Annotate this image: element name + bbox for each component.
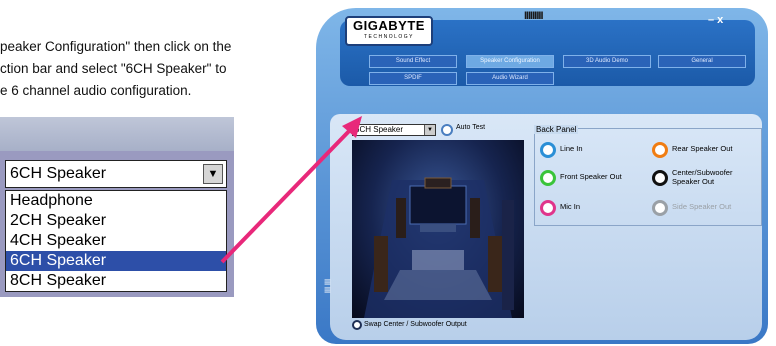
pointer-arrow <box>220 116 362 264</box>
